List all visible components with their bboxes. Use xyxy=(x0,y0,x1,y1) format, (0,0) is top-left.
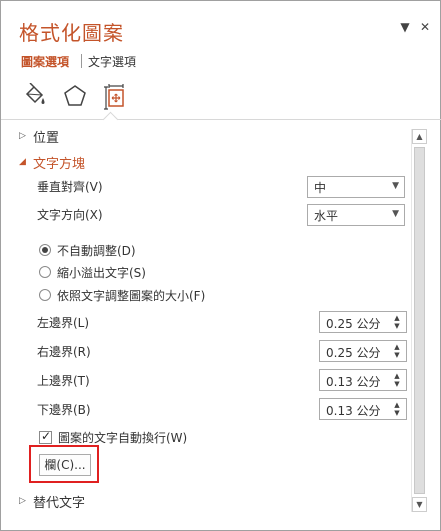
spin-down-icon[interactable]: ▼ xyxy=(392,379,402,389)
radio-unselected-icon xyxy=(39,289,51,301)
scroll-up-icon[interactable]: ▲ xyxy=(412,129,427,144)
autofit-none-label: 不自動調整(D) xyxy=(57,243,136,258)
section-alt-text-label: 替代文字 xyxy=(33,495,86,511)
right-margin-value: 0.25 公分 xyxy=(326,346,381,360)
section-textbox[interactable]: ◢ 文字方塊 xyxy=(19,152,85,172)
chevron-down-icon: ▼ xyxy=(392,209,399,219)
bottom-margin-spinner[interactable]: 0.13 公分 ▲ ▼ xyxy=(319,398,407,420)
fill-line-icon[interactable] xyxy=(19,81,59,111)
collapse-triangle-icon: ◢ xyxy=(19,157,26,167)
vertical-align-select[interactable]: 中 ▼ xyxy=(307,176,405,198)
right-margin-spinner[interactable]: 0.25 公分 ▲ ▼ xyxy=(319,340,407,362)
spin-down-icon[interactable]: ▼ xyxy=(392,408,402,418)
radio-unselected-icon xyxy=(39,266,51,278)
tab-shape-options[interactable]: 圖案選項 xyxy=(21,53,69,70)
expand-triangle-icon: ▷ xyxy=(19,131,26,141)
autofit-shrink-label: 縮小溢出文字(S) xyxy=(57,265,146,280)
left-margin-spinner[interactable]: 0.25 公分 ▲ ▼ xyxy=(319,311,407,333)
text-direction-select[interactable]: 水平 ▼ xyxy=(307,204,405,226)
columns-button-highlight: 欄(C)... xyxy=(29,445,99,483)
options-tabs: 圖案選項 文字選項 xyxy=(21,53,136,69)
tab-separator xyxy=(81,54,83,68)
checkbox-checked-icon xyxy=(39,429,52,444)
tab-text-options[interactable]: 文字選項 xyxy=(88,53,136,70)
autofit-radio-none[interactable]: 不自動調整(D) xyxy=(39,241,136,259)
pane-content: ▷ 位置 ◢ 文字方塊 垂直對齊(V) 中 ▼ 文字方向(X) 水平 ▼ 不自動… xyxy=(1,123,411,518)
section-position-label: 位置 xyxy=(33,130,60,146)
vertical-scrollbar[interactable]: ▲ ▼ xyxy=(411,129,427,512)
autofit-resize-label: 依照文字調整圖案的大小(F) xyxy=(57,288,206,303)
scrollbar-thumb[interactable] xyxy=(414,147,425,494)
effects-pentagon-icon[interactable] xyxy=(59,81,99,111)
text-direction-value: 水平 xyxy=(314,209,339,223)
chevron-down-icon: ▼ xyxy=(392,181,399,191)
pane-title: 格式化圖案 xyxy=(19,21,124,45)
format-shape-pane: 格式化圖案 ▼ ✕ 圖案選項 文字選項 ▷ 位置 ◢ 文字方塊 垂直對齊(V) … xyxy=(0,0,441,531)
scroll-down-icon[interactable]: ▼ xyxy=(412,497,427,512)
left-margin-value: 0.25 公分 xyxy=(326,317,381,331)
spin-down-icon[interactable]: ▼ xyxy=(392,350,402,360)
right-margin-label: 右邊界(R) xyxy=(37,345,91,359)
section-alt-text[interactable]: ▷ 替代文字 xyxy=(19,491,85,511)
top-margin-spinner[interactable]: 0.13 公分 ▲ ▼ xyxy=(319,369,407,391)
top-margin-label: 上邊界(T) xyxy=(37,374,90,388)
vertical-align-value: 中 xyxy=(314,181,327,195)
pane-options-dropdown-icon[interactable]: ▼ xyxy=(397,19,413,35)
spin-down-icon[interactable]: ▼ xyxy=(392,321,402,331)
section-textbox-label: 文字方塊 xyxy=(33,156,86,172)
category-icon-row xyxy=(19,81,139,111)
wrap-text-label: 圖案的文字自動換行(W) xyxy=(58,430,188,445)
radio-selected-icon xyxy=(39,244,51,256)
columns-button[interactable]: 欄(C)... xyxy=(39,454,91,476)
expand-triangle-icon: ▷ xyxy=(19,496,26,506)
size-properties-icon[interactable] xyxy=(99,81,139,111)
bottom-margin-value: 0.13 公分 xyxy=(326,404,381,418)
close-icon[interactable]: ✕ xyxy=(417,19,433,35)
vertical-align-label: 垂直對齊(V) xyxy=(37,180,103,194)
section-position[interactable]: ▷ 位置 xyxy=(19,126,59,146)
left-margin-label: 左邊界(L) xyxy=(37,316,90,330)
autofit-radio-resize[interactable]: 依照文字調整圖案的大小(F) xyxy=(39,286,205,304)
autofit-radio-shrink[interactable]: 縮小溢出文字(S) xyxy=(39,263,146,281)
wrap-text-checkbox[interactable]: 圖案的文字自動換行(W) xyxy=(39,428,187,446)
text-direction-label: 文字方向(X) xyxy=(37,208,103,222)
icon-row-divider xyxy=(1,119,441,120)
bottom-margin-label: 下邊界(B) xyxy=(37,403,91,417)
top-margin-value: 0.13 公分 xyxy=(326,375,381,389)
